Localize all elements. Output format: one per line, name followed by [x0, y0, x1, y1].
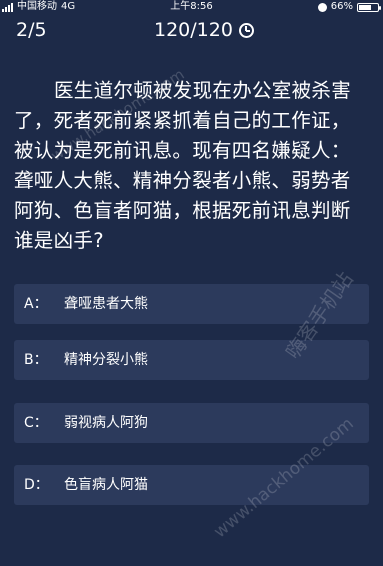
option-label: 聋哑患者大熊 — [64, 296, 148, 312]
option-b[interactable]: B： 精神分裂小熊 — [14, 340, 369, 380]
question-progress: 2/5 — [16, 19, 47, 41]
status-right: 66% — [317, 0, 381, 14]
battery-percent: 66% — [330, 1, 353, 12]
alarm-icon — [317, 2, 327, 12]
option-label: 色盲病人阿猫 — [64, 477, 148, 493]
option-key: A： — [24, 296, 48, 312]
question-text: 医生道尔顿被发现在办公室被杀害了，死者死前紧紧抓着自己的工作证，被认为是死前讯息… — [14, 79, 352, 252]
battery-fill — [359, 4, 371, 10]
option-d[interactable]: D： 色盲病人阿猫 — [14, 465, 369, 505]
quiz-header: 2/5 120/120 — [0, 16, 383, 46]
option-c[interactable]: C： 弱视病人阿狗 — [14, 403, 369, 443]
timer-value: 120/120 — [154, 19, 233, 41]
battery-icon — [357, 2, 381, 12]
option-key: C： — [24, 415, 48, 431]
option-key: D： — [24, 477, 49, 493]
countdown-timer: 120/120 — [154, 19, 254, 41]
option-label: 精神分裂小熊 — [64, 352, 148, 368]
clock-icon — [238, 22, 254, 38]
option-key: B： — [24, 352, 48, 368]
option-a[interactable]: A： 聋哑患者大熊 — [14, 284, 369, 324]
option-label: 弱视病人阿狗 — [64, 415, 148, 431]
status-bar: 中国移动 4G 上午8:56 66% — [0, 0, 383, 14]
